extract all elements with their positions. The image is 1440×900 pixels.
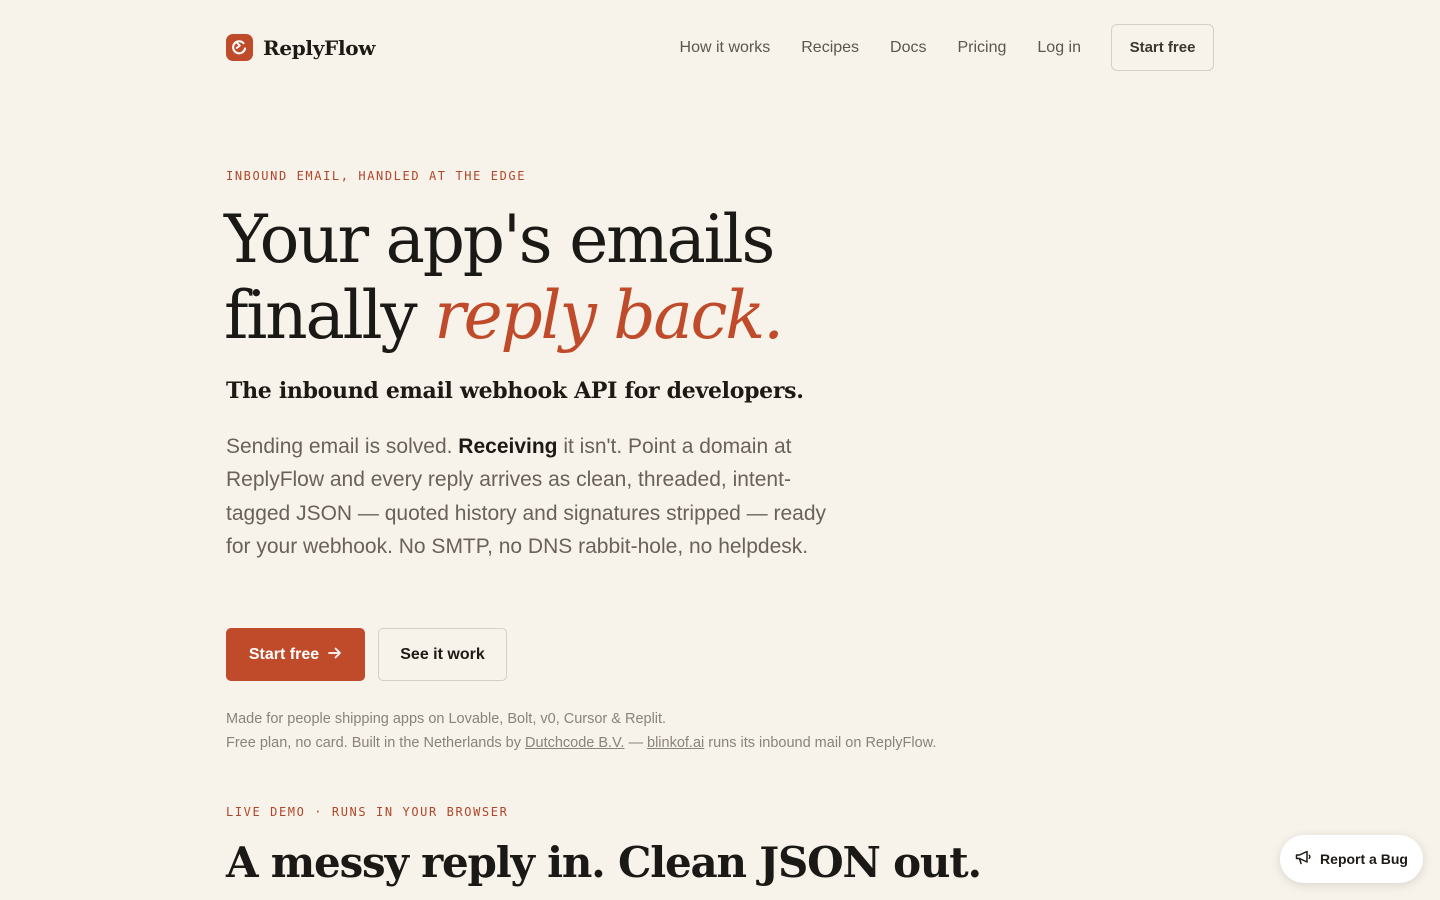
nav-link-recipes[interactable]: Recipes (801, 39, 859, 57)
company-note-dash: — (624, 735, 648, 751)
company-note-part-2: runs its inbound mail on ReplyFlow. (704, 735, 937, 751)
description-emphasis: Receiving (458, 435, 558, 458)
description-part-1: Sending email is solved. (226, 435, 459, 458)
hero-subhead: The inbound email webhook API for develo… (226, 378, 804, 404)
start-free-label: Start free (248, 645, 320, 663)
demo-eyebrow: LIVE DEMO · RUNS IN YOUR BROWSER (226, 805, 509, 819)
company-note-part-1: Free plan, no card. Built in the Netherl… (226, 735, 526, 751)
blinkof-link[interactable]: blinkof.ai (647, 735, 704, 751)
report-bug-label: Report a Bug (1320, 851, 1408, 867)
hero-eyebrow: INBOUND EMAIL, HANDLED AT THE EDGE (226, 169, 527, 183)
brand-name: ReplyFlow (263, 35, 376, 60)
headline-accent: reply back. (434, 277, 784, 354)
megaphone-icon (1295, 850, 1312, 868)
hero-headline: Your app's emails finally reply back. (224, 201, 784, 354)
top-nav: ReplyFlow How it works Recipes Docs Pric… (226, 24, 1214, 71)
report-bug-button[interactable]: Report a Bug (1280, 835, 1423, 883)
nav-links: How it works Recipes Docs Pricing Log in… (680, 24, 1214, 71)
headline-line-2: finally (224, 277, 435, 354)
headline-line-1: Your app's emails (224, 201, 775, 278)
built-for-note: Made for people shipping apps on Lovable… (226, 711, 667, 727)
nav-link-how-it-works[interactable]: How it works (680, 39, 771, 57)
brand-link[interactable]: ReplyFlow (226, 34, 376, 61)
reply-arrow-icon (226, 34, 253, 61)
see-it-work-button[interactable]: See it work (378, 628, 507, 681)
hero-description: Sending email is solved. Receiving it is… (226, 430, 836, 563)
start-free-button[interactable]: Start free (226, 628, 365, 681)
nav-link-pricing[interactable]: Pricing (958, 39, 1007, 57)
nav-link-log-in[interactable]: Log in (1037, 39, 1081, 57)
dutchcode-link[interactable]: Dutchcode B.V. (525, 735, 624, 751)
nav-start-free-button[interactable]: Start free (1111, 24, 1214, 71)
arrow-right-icon (328, 646, 342, 664)
demo-title: A messy reply in. Clean JSON out. (226, 838, 982, 887)
nav-link-docs[interactable]: Docs (890, 39, 926, 57)
company-note: Free plan, no card. Built in the Netherl… (226, 735, 936, 751)
